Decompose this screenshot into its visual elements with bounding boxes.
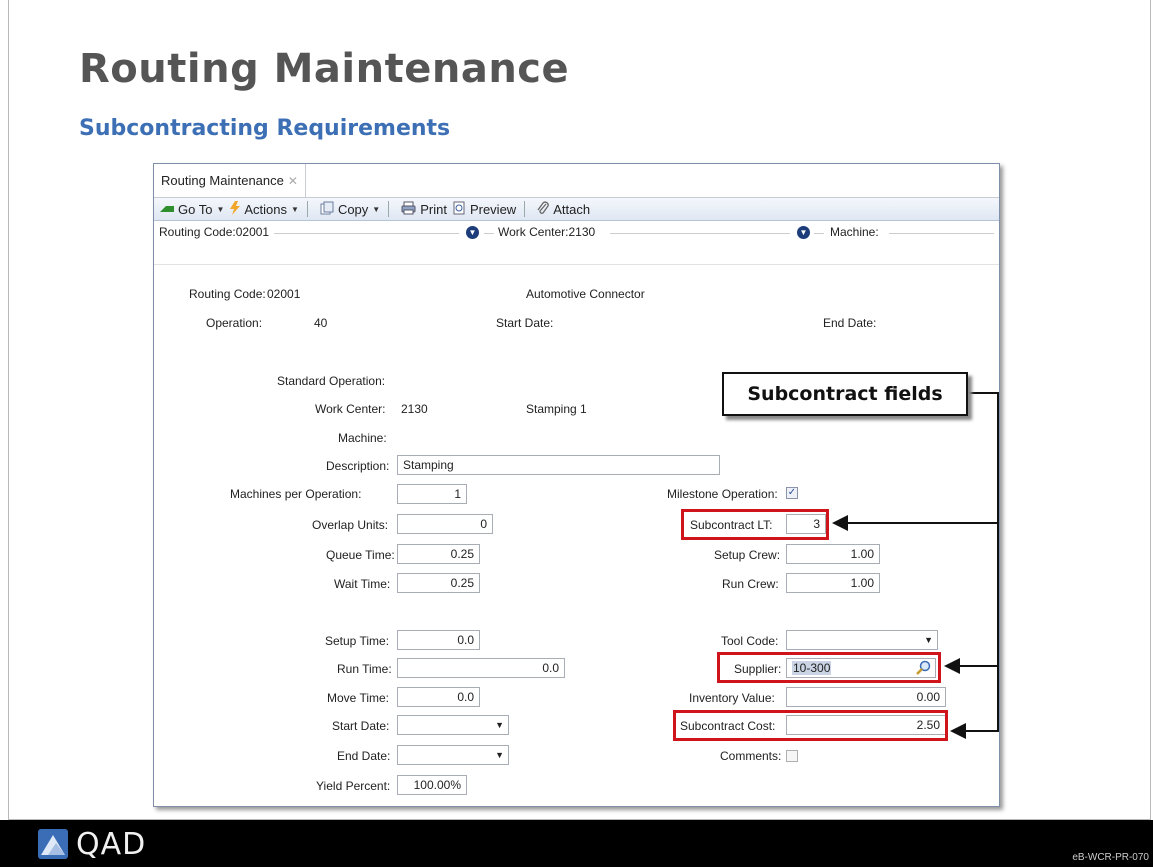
slide-footer: QAD eB-WCR-PR-070 xyxy=(0,820,1153,867)
slide-title: Routing Maintenance xyxy=(79,46,570,92)
tab-bar: Routing Maintenance ✕ xyxy=(154,164,999,198)
work-center-value: 2130 xyxy=(401,402,428,416)
breadcrumb-machine[interactable]: Machine: xyxy=(830,225,883,239)
chevron-down-icon: ▼ xyxy=(216,204,225,214)
chevron-down-icon: ▼ xyxy=(372,204,381,214)
printer-icon xyxy=(401,201,416,218)
tab-routing-maintenance[interactable]: Routing Maintenance ✕ xyxy=(154,164,306,197)
navigation-breadcrumb: Routing Code:02001 ▼ Work Center:2130 ▼ … xyxy=(154,222,999,242)
start-date-label: Start Date: xyxy=(332,719,390,733)
slide-code: eB-WCR-PR-070 xyxy=(1072,852,1149,863)
setup-crew-label: Setup Crew: xyxy=(714,548,781,562)
yield-percent-label: Yield Percent: xyxy=(316,779,391,793)
run-crew-input[interactable]: 1.00 xyxy=(786,573,880,593)
actions-button[interactable]: Actions ▼ xyxy=(230,200,299,218)
qad-logo: QAD xyxy=(38,826,147,862)
preview-button[interactable]: Preview xyxy=(453,201,516,218)
paperclip-icon xyxy=(537,200,549,218)
queue-time-label: Queue Time: xyxy=(326,548,395,562)
operation-label: Operation: xyxy=(206,316,263,330)
divider xyxy=(154,264,999,265)
copy-icon xyxy=(320,201,334,218)
description-input[interactable]: Stamping xyxy=(397,455,720,475)
wait-time-input[interactable]: 0.25 xyxy=(397,573,480,593)
work-center-description: Stamping 1 xyxy=(526,402,587,416)
routing-description: Automotive Connector xyxy=(526,287,645,301)
print-button[interactable]: Print xyxy=(401,201,447,218)
run-crew-label: Run Crew: xyxy=(722,577,779,591)
routing-code-value: 02001 xyxy=(267,287,301,301)
breadcrumb-divider xyxy=(484,233,494,234)
operation-value: 40 xyxy=(314,316,328,330)
machines-per-operation-label: Machines per Operation: xyxy=(230,487,362,501)
milestone-operation-checkbox[interactable]: ✓ xyxy=(786,487,798,499)
end-date-label: End Date: xyxy=(337,749,391,763)
chevron-down-icon[interactable]: ▼ xyxy=(797,226,810,239)
breadcrumb-divider xyxy=(814,233,824,234)
close-tab-icon[interactable]: ✕ xyxy=(288,174,298,188)
setup-crew-input[interactable]: 1.00 xyxy=(786,544,880,564)
toolbar: Go To ▼ Actions ▼ Copy ▼ Print Preview Atta… xyxy=(154,198,999,221)
lightning-icon xyxy=(230,200,241,218)
highlight-subcontract-lt xyxy=(681,509,829,540)
end-date-picker[interactable]: ▼ xyxy=(397,745,509,765)
start-date-picker[interactable]: ▼ xyxy=(397,715,509,735)
setup-time-label: Setup Time: xyxy=(325,634,390,648)
inventory-value-input[interactable]: 0.00 xyxy=(786,687,946,707)
tab-label: Routing Maintenance xyxy=(161,173,284,188)
overlap-units-label: Overlap Units: xyxy=(312,518,389,532)
tool-code-select[interactable]: ▼ xyxy=(786,630,938,650)
goto-arrow-icon xyxy=(160,202,174,217)
yield-percent-input[interactable]: 100.00% xyxy=(397,775,467,795)
description-label: Description: xyxy=(326,459,390,473)
chevron-down-icon[interactable]: ▼ xyxy=(466,226,479,239)
breadcrumb-divider xyxy=(610,233,790,234)
wait-time-label: Wait Time: xyxy=(334,577,391,591)
subcontract-fields-callout: Subcontract fields xyxy=(722,372,968,416)
standard-operation-label: Standard Operation: xyxy=(277,374,386,388)
highlight-subcontract-cost xyxy=(673,710,948,741)
setup-time-input[interactable]: 0.0 xyxy=(397,630,480,650)
toolbar-separator xyxy=(524,201,526,217)
move-time-input[interactable]: 0.0 xyxy=(397,687,480,707)
comments-checkbox[interactable] xyxy=(786,750,798,762)
toolbar-separator xyxy=(306,201,308,217)
header-start-date-label: Start Date: xyxy=(496,316,554,330)
attach-button[interactable]: Attach xyxy=(537,200,590,218)
highlight-supplier xyxy=(717,652,941,683)
breadcrumb-work-center[interactable]: Work Center:2130 xyxy=(498,225,600,239)
machine-label: Machine: xyxy=(338,431,387,445)
breadcrumb-divider xyxy=(274,233,459,234)
work-center-label: Work Center: xyxy=(315,402,386,416)
overlap-units-input[interactable]: 0 xyxy=(397,514,493,534)
breadcrumb-routing-code[interactable]: Routing Code:02001 xyxy=(159,225,274,239)
run-time-input[interactable]: 0.0 xyxy=(397,658,565,678)
queue-time-input[interactable]: 0.25 xyxy=(397,544,480,564)
toolbar-separator xyxy=(388,201,390,217)
machines-per-operation-input[interactable]: 1 xyxy=(397,484,467,504)
routing-code-label: Routing Code: xyxy=(189,287,266,301)
copy-button[interactable]: Copy ▼ xyxy=(320,201,380,218)
move-time-label: Move Time: xyxy=(327,691,390,705)
milestone-operation-label: Milestone Operation: xyxy=(667,487,778,501)
run-time-label: Run Time: xyxy=(337,662,392,676)
chevron-down-icon: ▼ xyxy=(495,720,504,730)
qad-logo-icon xyxy=(38,829,68,859)
breadcrumb-divider xyxy=(889,233,994,234)
tool-code-label: Tool Code: xyxy=(721,634,779,648)
chevron-down-icon: ▼ xyxy=(495,750,504,760)
inventory-value-label: Inventory Value: xyxy=(689,691,775,705)
comments-label: Comments: xyxy=(720,749,782,763)
goto-button[interactable]: Go To ▼ xyxy=(160,202,224,217)
qad-logo-text: QAD xyxy=(76,826,147,862)
header-end-date-label: End Date: xyxy=(823,316,877,330)
slide-subtitle: Subcontracting Requirements xyxy=(79,116,451,141)
chevron-down-icon: ▼ xyxy=(924,635,933,645)
preview-icon xyxy=(453,201,466,218)
chevron-down-icon: ▼ xyxy=(291,204,299,214)
